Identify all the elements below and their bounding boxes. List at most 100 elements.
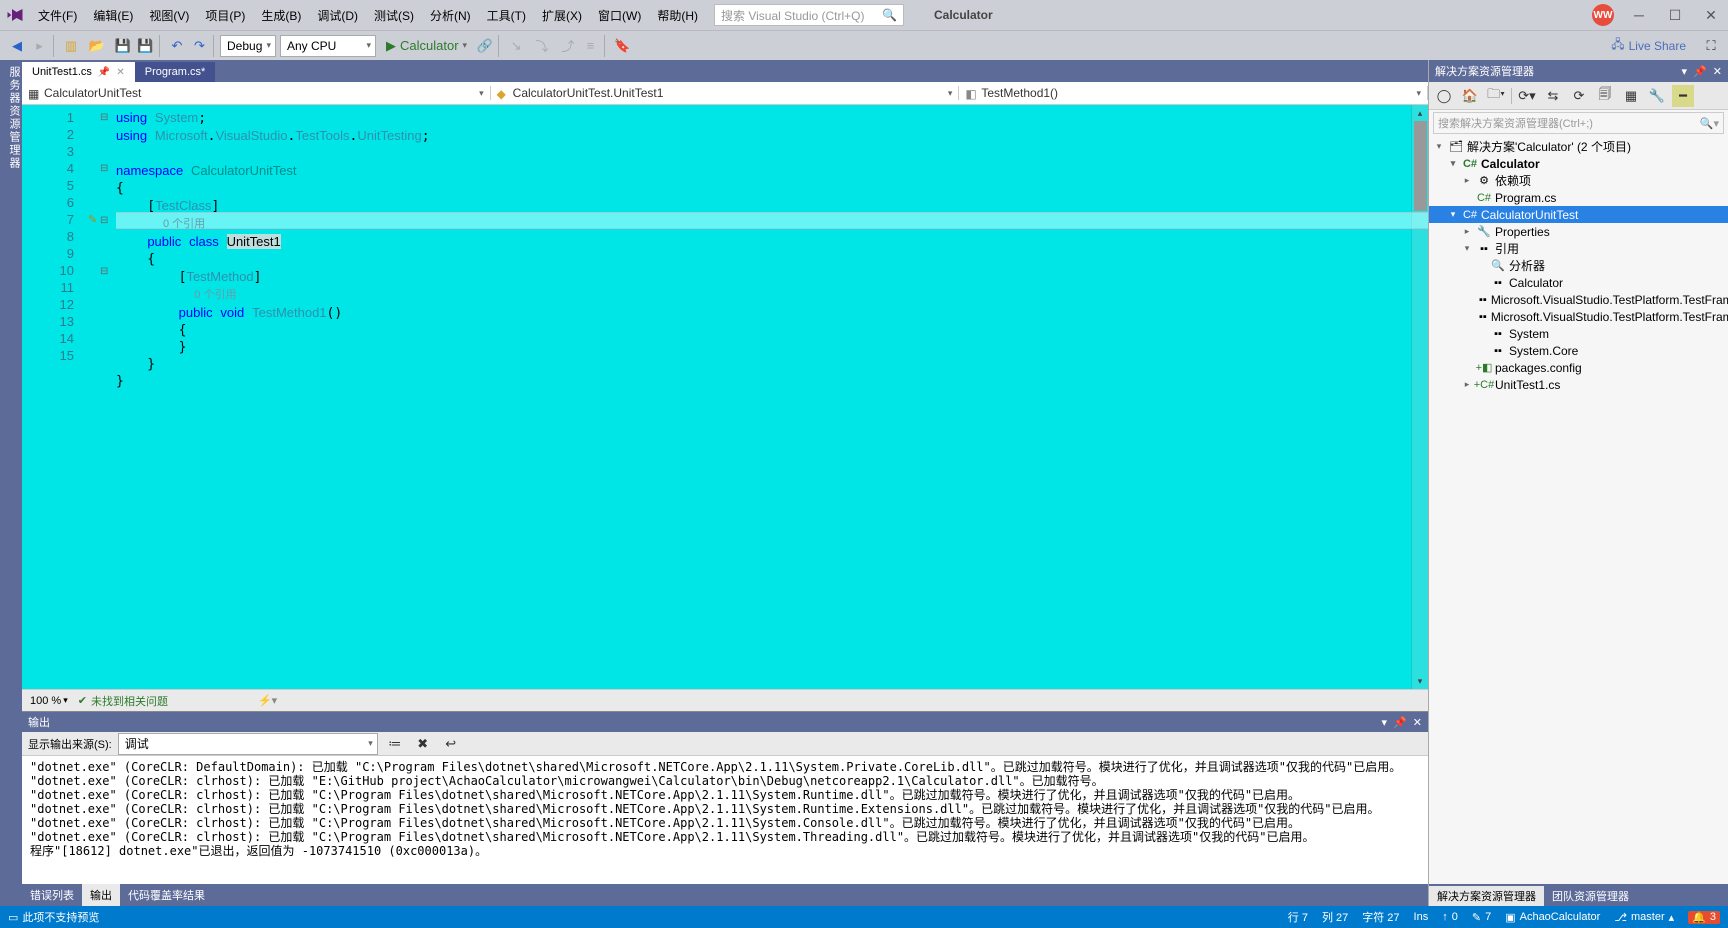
configuration-combo[interactable]: Debug	[220, 35, 276, 57]
collapse-icon[interactable]: ⊟	[100, 109, 108, 126]
pencil-icon: ✎	[1472, 911, 1481, 924]
reference-icon: ▪▪	[1479, 310, 1487, 324]
filter-icon[interactable]: ━	[1672, 85, 1694, 107]
output-text[interactable]: "dotnet.exe" (CoreCLR: DefaultDomain): 已…	[22, 756, 1428, 884]
analyzer-icon: 🔍	[1491, 259, 1505, 273]
menu-item[interactable]: 文件(F)	[30, 3, 85, 28]
tab-code-coverage[interactable]: 代码覆盖率结果	[120, 884, 213, 906]
redo-button[interactable]: ↷	[192, 35, 214, 57]
browser-link-icon[interactable]: 🔗	[477, 35, 499, 57]
menu-item[interactable]: 项目(P)	[197, 3, 253, 28]
menu-item[interactable]: 视图(V)	[141, 3, 197, 28]
pending-changes[interactable]: ↑ 0	[1442, 911, 1458, 923]
repo-name[interactable]: ▣ AchaoCalculator	[1505, 911, 1600, 924]
show-all-icon[interactable]: ⟳	[1568, 85, 1590, 107]
menu-item[interactable]: 窗口(W)	[590, 3, 649, 28]
server-explorer-tab[interactable]: 服务器资源管理器	[6, 66, 22, 900]
solution-search-box[interactable]: 搜索解决方案资源管理器(Ctrl+;) 🔍▾	[1433, 112, 1724, 134]
reference-icon: ▪▪	[1491, 344, 1505, 358]
menu-item[interactable]: 生成(B)	[253, 3, 309, 28]
wordwrap-icon[interactable]: ↩	[440, 733, 462, 755]
liveshare-icon: 🖧	[1611, 35, 1624, 56]
line-indicator: 行 7	[1288, 909, 1308, 925]
global-search-box[interactable]: 搜索 Visual Studio (Ctrl+Q) 🔍	[714, 4, 904, 26]
clear-icon[interactable]: ✖	[412, 733, 434, 755]
start-debug-button[interactable]: ▶ Calculator ▾	[380, 35, 473, 57]
nav-fwd-button[interactable]: ▸	[32, 35, 54, 57]
nav-member-combo[interactable]: ◧ TestMethod1()	[959, 86, 1428, 100]
tab-error-list[interactable]: 错误列表	[22, 884, 82, 906]
sync-icon[interactable]: 🗀▾	[1485, 85, 1507, 107]
outline-margin[interactable]: ✎ ⊟ ⊟ ⊟ ⊟	[82, 105, 116, 689]
tab-solution-explorer[interactable]: 解决方案资源管理器	[1429, 886, 1544, 906]
csharp-file-icon: +C#	[1477, 378, 1491, 392]
output-source-combo[interactable]: 调试	[118, 733, 378, 755]
collapse-icon[interactable]: ⊟	[100, 160, 108, 177]
open-file-button[interactable]: 📂	[86, 35, 108, 57]
output-panel: 输出 ▾ 📌 ✕ 显示输出来源(S): 调试 ≔ ✖ ↩ "dotnet.exe…	[22, 711, 1428, 906]
collapse-icon[interactable]: ⇆	[1542, 85, 1564, 107]
goto-icon[interactable]: ≔	[384, 733, 406, 755]
code-text[interactable]: using System; using Microsoft.VisualStud…	[116, 105, 1411, 689]
properties-icon[interactable]: 🗐	[1594, 85, 1616, 107]
collapse-icon[interactable]: ⊟	[100, 212, 108, 229]
notifications-badge[interactable]: 🔔3	[1688, 911, 1720, 924]
home-icon[interactable]: 🏠	[1459, 85, 1481, 107]
panel-dropdown-icon[interactable]: ▾	[1682, 65, 1688, 78]
main-toolbar: ◀ ▸ ▥ 📂 💾 💾 ↶ ↷ Debug Any CPU ▶ Calculat…	[0, 30, 1728, 60]
undo-button[interactable]: ↶	[166, 35, 188, 57]
code-editor[interactable]: 123456789101112131415 ✎ ⊟ ⊟ ⊟ ⊟ using Sy…	[22, 105, 1428, 689]
platform-combo[interactable]: Any CPU	[280, 35, 376, 57]
pin-icon[interactable]: 📌	[98, 67, 110, 78]
output-source-label: 显示输出来源(S):	[28, 736, 112, 752]
menu-item[interactable]: 调试(D)	[309, 3, 366, 28]
nav-class-combo[interactable]: ◆ CalculatorUnitTest.UnitTest1	[491, 86, 960, 100]
panel-close-icon[interactable]: ✕	[1713, 65, 1722, 78]
menu-item[interactable]: 帮助(H)	[649, 3, 706, 28]
menu-item[interactable]: 编辑(E)	[85, 3, 141, 28]
vertical-scrollbar[interactable]: ▴ ▾	[1411, 105, 1428, 689]
zoom-combo[interactable]: 100 %▾	[30, 695, 68, 707]
save-button[interactable]: 💾	[112, 35, 134, 57]
menu-item[interactable]: 工具(T)	[479, 3, 534, 28]
nav-back-button[interactable]: ◀	[6, 35, 28, 57]
scroll-down-icon[interactable]: ▾	[1412, 673, 1428, 689]
new-project-button[interactable]: ▥	[60, 35, 82, 57]
live-share-button[interactable]: 🖧 Live Share	[1611, 35, 1686, 56]
menu-item[interactable]: 扩展(X)	[534, 3, 590, 28]
panel-pin-icon[interactable]: 📌	[1393, 716, 1407, 729]
tab-programcs[interactable]: Program.cs*	[135, 62, 216, 82]
tab-team-explorer[interactable]: 团队资源管理器	[1544, 886, 1637, 906]
branch-name[interactable]: ⎇ master ▴	[1614, 911, 1674, 924]
menu-item[interactable]: 分析(N)	[422, 3, 479, 28]
edits-count[interactable]: ✎ 7	[1472, 911, 1491, 924]
back-icon[interactable]: ◯	[1433, 85, 1455, 107]
solution-icon: 🗂	[1449, 140, 1463, 154]
panel-close-icon[interactable]: ✕	[1413, 716, 1422, 729]
preview-icon[interactable]: ▦	[1620, 85, 1642, 107]
nav-project-combo[interactable]: ▦ CalculatorUnitTest	[22, 86, 491, 100]
user-avatar[interactable]: WW	[1592, 4, 1614, 26]
tab-output[interactable]: 输出	[82, 884, 120, 906]
save-all-button[interactable]: 💾	[138, 35, 160, 57]
refresh-icon[interactable]: ⟳▾	[1516, 85, 1538, 107]
tab-unittest1[interactable]: UnitTest1.cs 📌 ✕	[22, 62, 135, 82]
no-issues-indicator[interactable]: ✔ 未找到相关问题	[78, 693, 168, 709]
reference-icon: ▪▪	[1491, 327, 1505, 341]
wrench-icon[interactable]: 🔧	[1646, 85, 1668, 107]
maximize-button[interactable]: ☐	[1664, 4, 1686, 26]
play-icon: ▶	[386, 38, 396, 54]
solution-tree[interactable]: ▾🗂解决方案'Calculator' (2 个项目) ▾C#Calculator…	[1429, 136, 1728, 884]
minimize-button[interactable]: ─	[1628, 4, 1650, 26]
bookmark-icon[interactable]: 🔖	[611, 35, 633, 57]
panel-pin-icon[interactable]: 📌	[1693, 65, 1707, 78]
menu-item[interactable]: 测试(S)	[366, 3, 422, 28]
lightning-icon[interactable]: ⚡▾	[258, 694, 277, 707]
close-button[interactable]: ✕	[1700, 4, 1722, 26]
collapse-icon[interactable]: ⊟	[100, 263, 108, 280]
close-icon[interactable]: ✕	[116, 67, 124, 78]
panel-dropdown-icon[interactable]: ▾	[1382, 716, 1388, 729]
solution-explorer-panel: 解决方案资源管理器 ▾ 📌 ✕ ◯ 🏠 🗀▾ ⟳▾ ⇆ ⟳ 🗐 ▦ 🔧 ━ 搜索…	[1428, 60, 1728, 906]
scroll-up-icon[interactable]: ▴	[1412, 105, 1428, 121]
feedback-icon[interactable]: ⛶	[1700, 35, 1722, 57]
